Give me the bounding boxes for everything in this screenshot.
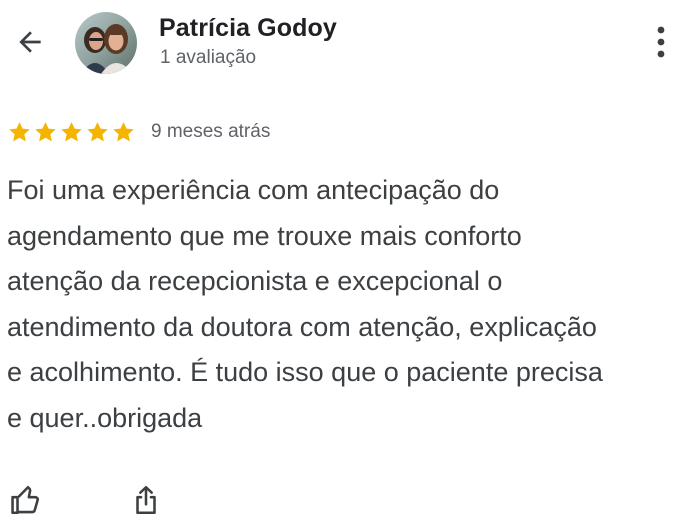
thumb-up-icon bbox=[9, 483, 43, 522]
share-icon bbox=[129, 483, 163, 522]
like-button[interactable] bbox=[6, 482, 46, 522]
author-review-count: 1 avaliação bbox=[160, 47, 257, 68]
review-text: Foi uma experiência com antecipação do a… bbox=[7, 175, 603, 433]
avatar[interactable] bbox=[75, 12, 137, 74]
share-button[interactable] bbox=[126, 482, 166, 522]
rating-row: 9 meses atrás bbox=[7, 118, 270, 146]
arrow-back-icon bbox=[14, 26, 46, 63]
more-options-button[interactable] bbox=[645, 22, 677, 66]
star-icon bbox=[111, 120, 136, 145]
more-vert-icon bbox=[655, 24, 667, 65]
star-icon bbox=[85, 120, 110, 145]
star-icon bbox=[33, 120, 58, 145]
avatar-photo bbox=[75, 12, 137, 74]
author-name[interactable]: Patrícia Godoy bbox=[159, 14, 337, 43]
star-icon bbox=[7, 120, 32, 145]
star-icon bbox=[59, 120, 84, 145]
review-time-ago: 9 meses atrás bbox=[151, 121, 271, 142]
star-rating bbox=[7, 120, 136, 145]
back-button[interactable] bbox=[10, 26, 50, 62]
